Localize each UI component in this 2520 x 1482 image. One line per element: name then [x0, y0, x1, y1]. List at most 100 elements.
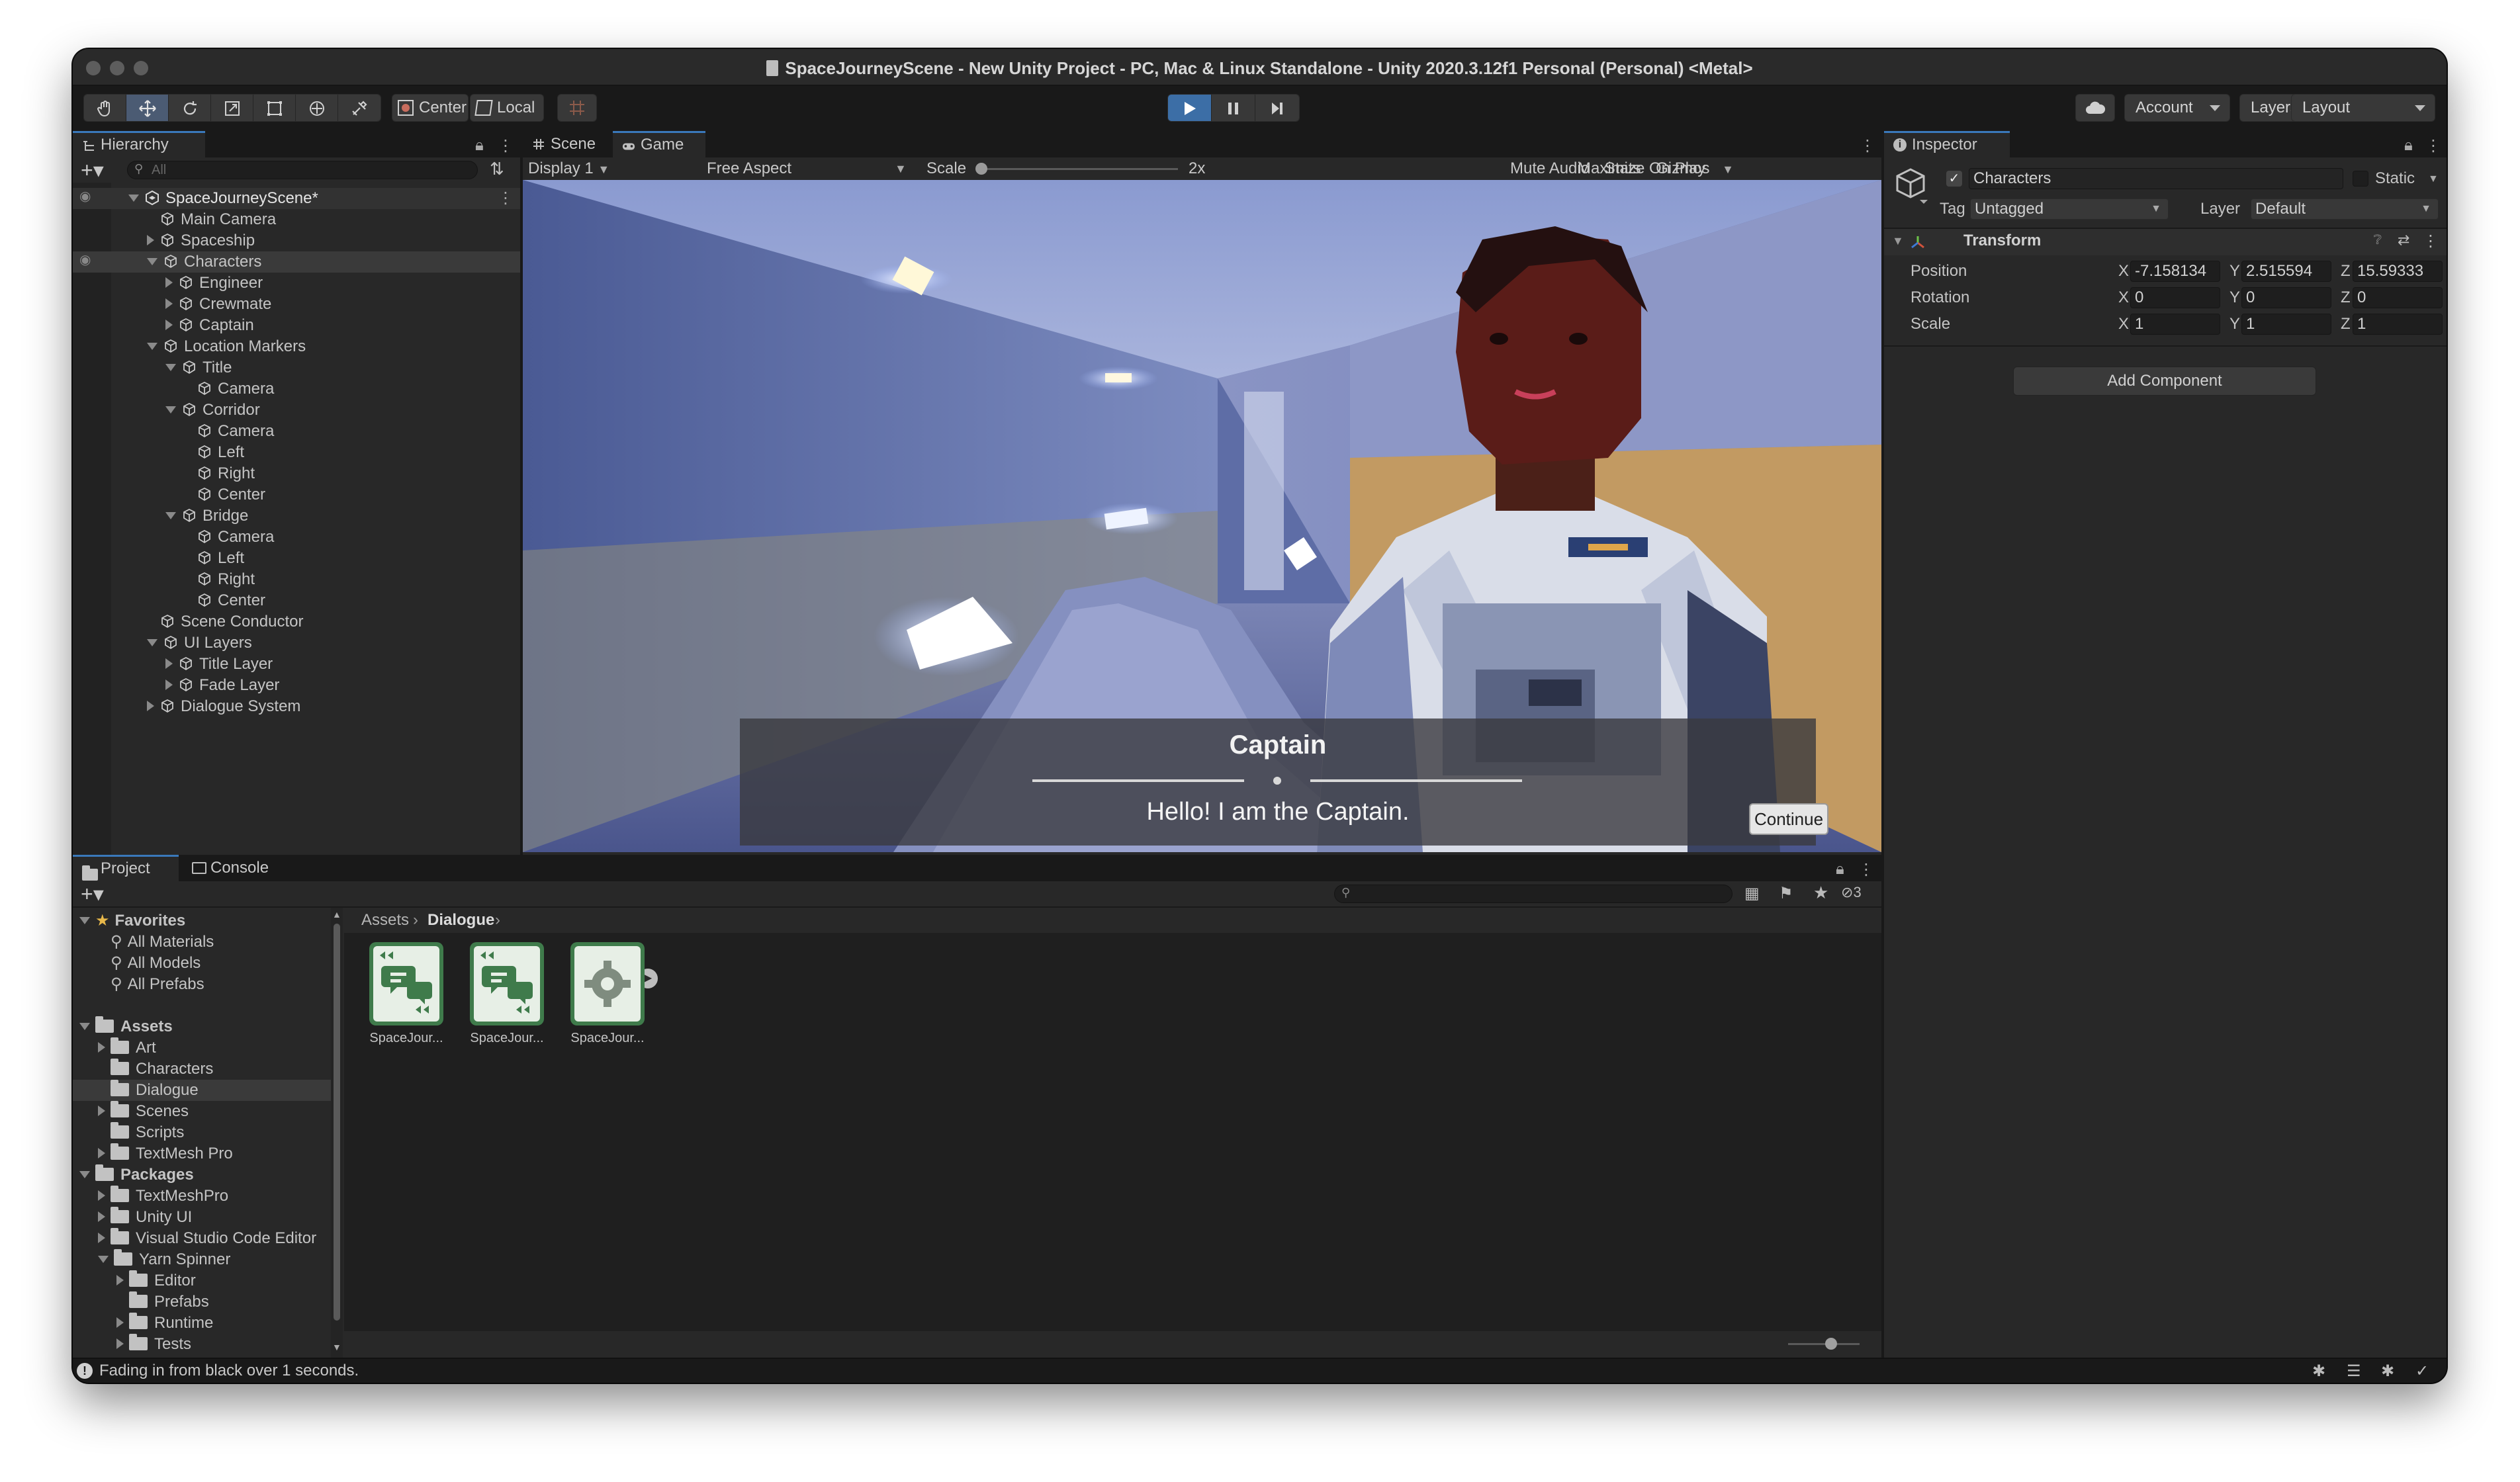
hierarchy-item[interactable]: Title Layer — [73, 654, 520, 675]
position-y-field[interactable]: 2.515594 — [2241, 261, 2331, 282]
project-tree-item[interactable]: Yarn Spinner — [73, 1248, 331, 1270]
transform-component-header[interactable]: ▼ Transform ❔︎ ⇄ ⋮ — [1884, 229, 2447, 255]
hierarchy-item[interactable]: Scene Conductor — [73, 611, 520, 632]
active-checkbox[interactable]: ✓ — [1946, 171, 1962, 187]
hierarchy-item[interactable]: Corridor — [73, 400, 520, 421]
project-tree-item[interactable]: Tests — [73, 1333, 331, 1355]
collapse-arrow-icon[interactable] — [98, 1148, 105, 1159]
pivot-center-toggle[interactable]: Center — [392, 94, 469, 122]
add-component-button[interactable]: Add Component — [2013, 367, 2316, 396]
expand-arrow-icon[interactable] — [79, 1022, 90, 1030]
hierarchy-item[interactable]: Fade Layer — [73, 675, 520, 696]
hierarchy-item[interactable]: Right — [73, 569, 520, 590]
tab-console[interactable]: Console — [183, 855, 289, 881]
hierarchy-item[interactable]: Main Camera — [73, 209, 520, 230]
tab-project[interactable]: Project — [73, 855, 179, 881]
scale-slider-thumb[interactable] — [975, 163, 987, 175]
scale-x-field[interactable]: 1 — [2130, 314, 2220, 335]
cache-server-icon[interactable]: ☰ — [2347, 1362, 2361, 1381]
hand-tool-button[interactable] — [84, 95, 126, 121]
collapse-arrow-icon[interactable] — [116, 1275, 124, 1286]
breadcrumb-assets[interactable]: Assets — [361, 908, 409, 933]
hierarchy-item[interactable]: Center — [73, 590, 520, 611]
checkmark-circle-icon[interactable]: ✓ — [2415, 1362, 2429, 1381]
layer-dropdown[interactable]: Default ▼ — [2251, 198, 2439, 220]
hierarchy-item[interactable]: Camera — [73, 378, 520, 400]
project-tree-item[interactable]: ⚲ All Models — [73, 953, 331, 974]
scale-y-field[interactable]: 1 — [2241, 314, 2331, 335]
hierarchy-item[interactable]: Spaceship — [73, 230, 520, 251]
more-options-icon[interactable]: ⋮ — [1858, 860, 1874, 879]
expand-arrow-icon[interactable] — [98, 1255, 109, 1263]
mute-audio-toggle[interactable]: Mute Audio — [1510, 159, 1590, 177]
icon-size-slider-thumb[interactable] — [1825, 1338, 1837, 1350]
hierarchy-item[interactable]: Camera — [73, 527, 520, 548]
collapse-arrow-icon[interactable] — [98, 1233, 105, 1244]
asset-tile[interactable]: SpaceJour... — [461, 942, 553, 1068]
static-checkbox[interactable] — [2353, 171, 2368, 187]
status-message[interactable]: Fading in from black over 1 seconds. — [99, 1362, 359, 1380]
hierarchy-item[interactable]: Left — [73, 442, 520, 463]
tab-scene[interactable]: Scene — [523, 131, 613, 157]
continue-button[interactable]: Continue — [1749, 803, 1828, 835]
expand-arrow-icon[interactable] — [128, 194, 139, 202]
collapse-arrow-icon[interactable] — [98, 1211, 105, 1223]
gizmos-dropdown[interactable]: Gizmos — [1656, 159, 1709, 177]
project-tree-item[interactable]: ⚲ All Prefabs — [73, 974, 331, 995]
collapse-arrow-icon[interactable] — [147, 701, 154, 712]
auto-generate-lighting-icon[interactable]: ✱ — [2381, 1362, 2394, 1381]
tag-dropdown[interactable]: Untagged ▼ — [1970, 198, 2169, 220]
project-tree-item[interactable]: Runtime — [73, 1312, 331, 1334]
scale-slider[interactable] — [975, 163, 1178, 175]
project-tree-item[interactable]: Scripts — [73, 1121, 331, 1143]
project-tree-item[interactable]: Visual Studio Code Editor — [73, 1227, 331, 1249]
pivot-local-toggle[interactable]: Local — [470, 94, 544, 122]
pause-button[interactable] — [1212, 95, 1255, 121]
object-name-field[interactable]: Characters — [1969, 168, 2343, 189]
more-options-icon[interactable]: ⋮ — [2425, 136, 2441, 155]
collab-button[interactable] — [2075, 94, 2115, 122]
scale-z-field[interactable]: 1 — [2353, 314, 2443, 335]
sort-icon[interactable]: ⇅ — [490, 159, 504, 179]
hierarchy-item[interactable]: Captain — [73, 315, 520, 336]
stats-toggle[interactable]: Stats — [1605, 159, 1641, 177]
search-by-type-icon[interactable]: ▦ — [1744, 884, 1760, 903]
rotation-z-field[interactable]: 0 — [2353, 287, 2443, 308]
visibility-eye-icon[interactable]: ◉ — [79, 188, 91, 204]
scene-menu-icon[interactable]: ⋮ — [498, 188, 514, 209]
project-tree-item[interactable]: Unity UI — [73, 1206, 331, 1228]
project-search-input[interactable]: ⚲ — [1334, 885, 1732, 903]
project-tree-item[interactable]: TextMesh Pro — [73, 1143, 331, 1164]
project-tree-item[interactable]: Characters — [73, 1058, 331, 1080]
hierarchy-item[interactable]: Engineer — [73, 273, 520, 294]
create-add-icon[interactable]: +▾ — [81, 881, 104, 906]
component-menu-icon[interactable]: ⋮ — [2423, 232, 2439, 251]
collapse-arrow-icon[interactable] — [116, 1317, 124, 1329]
rotation-x-field[interactable]: 0 — [2130, 287, 2220, 308]
search-by-label-icon[interactable]: ⚑ — [1779, 884, 1793, 903]
project-tree-item[interactable]: ⚲ All Materials — [73, 932, 331, 953]
hidden-packages-toggle[interactable]: ⊘3 — [1841, 884, 1862, 901]
hierarchy-item[interactable]: Crewmate — [73, 294, 520, 315]
collapse-arrow-icon[interactable] — [98, 1106, 105, 1117]
presets-icon[interactable]: ⇄ — [2398, 232, 2409, 249]
collapse-arrow-icon[interactable] — [165, 658, 173, 670]
help-icon[interactable]: ❔︎ — [2374, 233, 2382, 248]
hierarchy-item[interactable]: Right — [73, 463, 520, 484]
tab-hierarchy[interactable]: Hierarchy — [73, 131, 205, 157]
custom-tool-button[interactable] — [338, 95, 381, 121]
expand-arrow-icon[interactable] — [147, 342, 158, 350]
step-button[interactable] — [1255, 95, 1299, 121]
project-tree-item[interactable]: TextMeshPro — [73, 1185, 331, 1207]
lock-icon[interactable]: 🔒︎ — [475, 136, 484, 155]
lock-icon[interactable]: 🔒︎ — [2404, 136, 2413, 155]
scale-tool-button[interactable] — [211, 95, 253, 121]
visibility-eye-icon[interactable]: ◉ — [79, 251, 91, 268]
hierarchy-item[interactable]: Camera — [73, 421, 520, 442]
collapse-arrow-icon[interactable] — [147, 235, 154, 246]
more-options-icon[interactable]: ⋮ — [498, 136, 514, 155]
hierarchy-item[interactable]: SpaceJourneyScene* ⋮ — [73, 188, 520, 209]
breadcrumb-dialogue[interactable]: Dialogue — [428, 908, 494, 933]
hierarchy-item[interactable]: Left — [73, 548, 520, 569]
display-dropdown[interactable]: Display 1 ▼ — [528, 157, 609, 181]
